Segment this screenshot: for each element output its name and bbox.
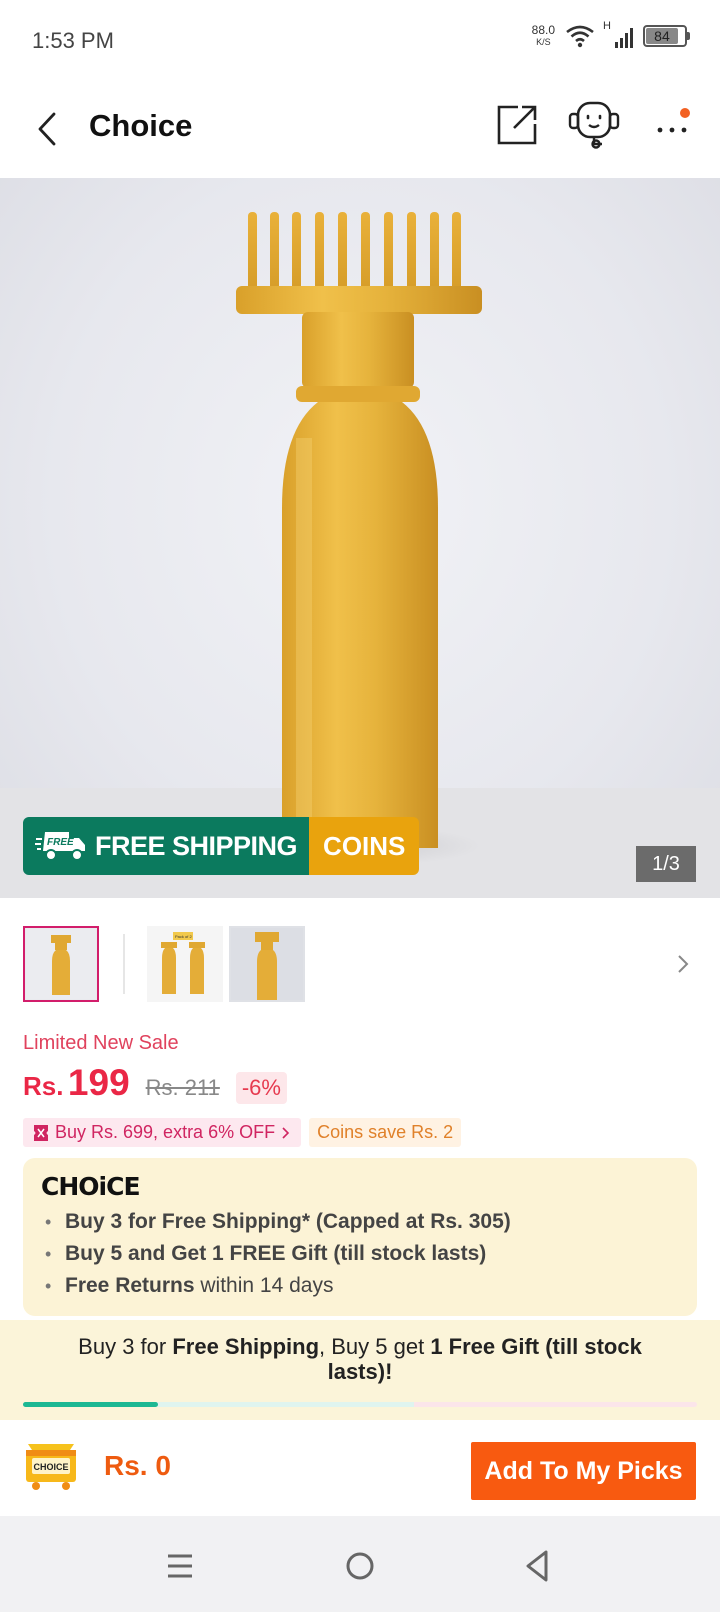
coins-badge: COINS [309,817,420,875]
cellular-signal-icon: H [603,20,633,48]
network-speed-unit: K/S [536,37,551,47]
add-to-my-picks-button[interactable]: Add To My Picks [471,1442,696,1500]
network-type: H [603,20,611,32]
thumbnail-image: Pack of 2 [149,928,221,1000]
battery-icon: 84 [643,25,690,47]
benefit-bold: Buy 3 for Free Shipping* (Capped at Rs. … [65,1210,511,1233]
thumbnail-image [231,928,303,1000]
page-title: Choice [89,108,193,143]
bundle-text-part: Buy 3 for [78,1334,173,1359]
benefit-bold: Free Returns [65,1274,195,1297]
chevron-right-icon [282,1126,290,1139]
free-badge-text: FREE [47,837,74,848]
delivery-truck-icon: FREE [35,832,85,861]
more-options-button[interactable] [652,104,696,148]
customer-service-button[interactable] [566,100,622,150]
system-navigation-bar [0,1516,720,1612]
product-image-carousel[interactable]: FREE FREE SHIPPING COINS 1/3 [0,178,720,898]
back-triangle-icon [526,1550,548,1582]
discount-badge: -6% [235,1072,287,1104]
bundle-progress-fill [23,1402,158,1407]
battery-level: 84 [654,28,670,44]
bundle-text-bold: Free Shipping [172,1334,320,1359]
thumbnail-1[interactable] [23,926,99,1002]
share-button[interactable] [496,104,538,146]
choice-benefits-list: • Buy 3 for Free Shipping* (Capped at Rs.… [45,1206,511,1302]
image-counter: 1/3 [636,846,696,882]
free-shipping-coins-banner: FREE FREE SHIPPING COINS [23,817,420,875]
recent-apps-button[interactable] [160,1546,200,1586]
thumbnail-2[interactable]: Pack of 2 [147,926,223,1002]
bundle-progress-banner: Buy 3 for Free Shipping, Buy 5 get 1 Fre… [0,1320,720,1420]
coins-label: COINS [323,830,406,861]
thumbnail-divider [123,934,125,994]
choice-logo: CHOiCE [41,1172,141,1201]
thumbnail-strip: Pack of 2 [23,926,703,1002]
menu-icon [168,1554,192,1578]
thumbnail-pack-tag: Pack of 2 [175,934,192,939]
back-button[interactable] [30,108,66,150]
choice-benefits-card[interactable]: CHOiCE • Buy 3 for Free Shipping* (Capped… [23,1158,697,1316]
list-item: • Free Returns within 14 days [45,1274,334,1297]
chevron-left-icon [38,112,56,146]
status-time: 1:53 PM [32,28,114,53]
choice-cart-button[interactable]: CHOICE [22,1436,80,1492]
original-price: Rs. 211 [145,1075,220,1100]
cart-total: Rs. 0 [104,1450,171,1481]
store-deal-tag[interactable]: Buy Rs. 699, extra 6% OFF [23,1118,302,1147]
promo-row: Buy Rs. 699, extra 6% OFF Coins save Rs.… [23,1118,462,1147]
benefit-rest: within 14 days [194,1274,334,1297]
home-button[interactable] [340,1546,380,1586]
free-shipping-badge: FREE FREE SHIPPING [23,817,310,875]
bundle-progress-bar [23,1402,697,1407]
store-deal-text: Buy Rs. 699, extra 6% OFF [55,1122,276,1142]
status-bar: 1:53 PM 88.0 K/S H 84 [0,0,720,80]
network-speed-value: 88.0 [531,23,555,37]
chevron-right-icon [678,955,689,973]
wifi-icon [566,25,594,48]
list-item: • Buy 5 and Get 1 FREE Gift (till stock l… [45,1242,487,1265]
price-amount: 199 [67,1062,130,1103]
share-icon [497,105,537,145]
customer-service-icon [568,101,620,149]
bundle-text-part: , Buy 5 get [319,1334,431,1359]
coupon-icon [34,1124,48,1141]
choice-cart-icon: CHOICE [26,1444,76,1490]
system-back-button[interactable] [518,1546,558,1586]
header: Choice [0,80,720,178]
cart-badge-text: CHOICE [33,1462,68,1472]
list-item: • Buy 3 for Free Shipping* (Capped at Rs.… [45,1210,511,1233]
bottom-action-bar: CHOICE Rs. 0 Add To My Picks [0,1420,720,1516]
price-row: Rs. 199 Rs. 211 -6% [23,1062,287,1104]
sale-label: Limited New Sale [23,1032,179,1054]
status-icons: 88.0 K/S H 84 [532,20,690,48]
free-shipping-label: FREE SHIPPING [95,830,298,861]
thumbnail-3[interactable] [229,926,305,1002]
price-currency: Rs. [23,1071,64,1101]
bundle-text: Buy 3 for Free Shipping, Buy 5 get 1 Fre… [50,1334,670,1384]
coins-save-tag: Coins save Rs. 2 [309,1118,462,1147]
thumbnail-next-button[interactable] [673,946,695,982]
home-circle-icon [346,1552,374,1580]
network-speed: 88.0 K/S [532,24,555,48]
current-price: Rs. 199 [23,1062,130,1104]
product-image [0,212,720,898]
benefit-bold: Buy 5 and Get 1 FREE Gift (till stock la… [65,1242,487,1265]
thumbnail-image [26,929,96,999]
notification-dot [680,108,690,118]
